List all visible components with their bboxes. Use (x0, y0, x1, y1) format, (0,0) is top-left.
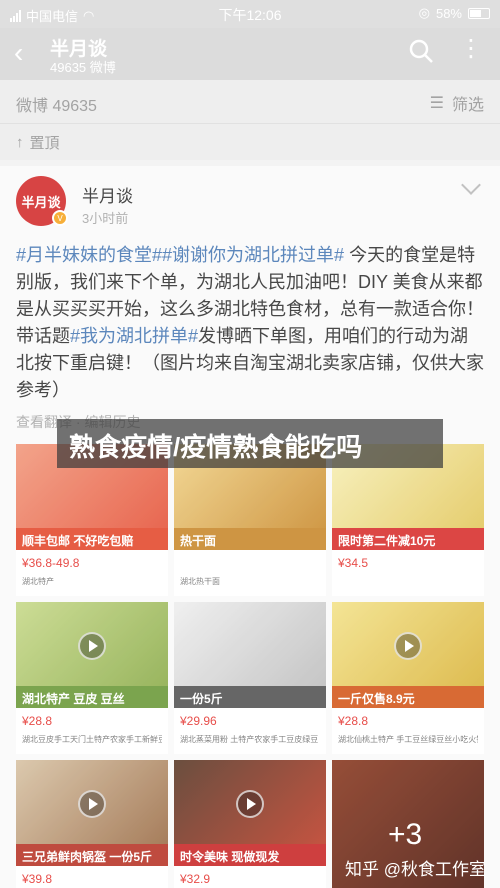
grid-image[interactable]: 三兄弟鲜肉锅盔 一份5斤 ¥39.8 (16, 760, 168, 888)
play-icon[interactable] (78, 632, 106, 660)
post-text: #月半妹妹的食堂##谢谢你为湖北拼过单# 今天的食堂是特别版，我们来下个单，为湖… (16, 242, 486, 404)
product-band: 三兄弟鲜肉锅盔 一份5斤 (16, 844, 168, 866)
play-icon[interactable] (78, 790, 106, 818)
product-price: ¥28.8 (22, 714, 53, 728)
product-image (174, 602, 326, 698)
headline-banner: 熟食疫情/疫情熟食能吃吗 (57, 419, 443, 468)
product-desc: 湖北蒸菜用粉 土特产农家手工豆皮绿豆 (180, 735, 319, 744)
product-price: ¥36.8-49.8 (22, 556, 80, 570)
grid-image[interactable]: 一斤仅售8.9元 ¥28.8 湖北仙桃土特产 手工豆丝绿豆丝小吃火锅 (332, 602, 484, 754)
status-bar: 中国电信 ◠ 下午12:06 ◎ 58% (0, 0, 500, 28)
weibo-count: 微博 49635 (16, 98, 97, 115)
grid-image[interactable]: 时令美味 现做现发 ¥32.9 (174, 760, 326, 888)
filter-label: 筛选 (451, 97, 484, 114)
top-bar: ‹ 半月谈 49635 微博 ⋮ (0, 28, 500, 80)
hashtag-link[interactable]: #我为湖北拼单# (70, 326, 198, 346)
product-price: ¥32.9 (180, 872, 211, 886)
pinned-label: 置頂 (29, 134, 60, 152)
more-icon[interactable]: ⋮ (459, 34, 484, 63)
verified-badge-icon: V (52, 210, 68, 226)
pinned-row[interactable]: ↑ 置頂 (0, 124, 500, 160)
filter-icon: ☰ (429, 95, 444, 112)
grid-image[interactable]: 一份5斤 ¥29.96 湖北蒸菜用粉 土特产农家手工豆皮绿豆 (174, 602, 326, 754)
more-images-count[interactable]: +3 (388, 818, 422, 852)
product-band: 一份5斤 (174, 686, 326, 708)
product-band: 热干面 (174, 528, 326, 550)
product-band: 时令美味 现做现发 (174, 844, 326, 866)
battery-icon (468, 7, 490, 19)
watermark: 知乎 @秋食工作室 (345, 860, 486, 879)
battery-percent: 58% (435, 5, 462, 21)
pin-icon: ↑ (16, 133, 24, 151)
chevron-down-icon[interactable] (461, 175, 481, 195)
profile-subtitle: 49635 微博 (50, 60, 116, 75)
alarm-icon: ◎ (418, 5, 430, 20)
product-band: 湖北特产 豆皮 豆丝 (16, 686, 168, 708)
product-price: ¥29.96 (180, 714, 217, 728)
grid-image[interactable]: 湖北特产 豆皮 豆丝 ¥28.8 湖北豆皮手工天门土特产农家手工新鲜豆丝 (16, 602, 168, 754)
hashtag-link[interactable]: #谢谢你为湖北拼过单# (162, 245, 344, 265)
product-price: ¥34.5 (338, 556, 369, 570)
product-price: ¥28.8 (338, 714, 369, 728)
post-time: 3小时前 (82, 211, 129, 226)
search-icon[interactable] (408, 38, 434, 64)
status-right: ◎ 58% (419, 5, 490, 21)
hashtag-link[interactable]: #月半妹妹的食堂# (16, 245, 162, 265)
product-band: 一斤仅售8.9元 (332, 686, 484, 708)
filter-button[interactable]: ☰ 筛选 (430, 91, 484, 115)
feed-subheader: 微博 49635 ☰ 筛选 (0, 80, 500, 124)
product-desc: 湖北豆皮手工天门土特产农家手工新鲜豆丝 (22, 735, 162, 744)
play-icon[interactable] (236, 790, 264, 818)
product-desc: 湖北热干面 (180, 577, 220, 586)
product-desc: 湖北仙桃土特产 手工豆丝绿豆丝小吃火锅 (338, 735, 478, 744)
product-band: 限时第二件减10元 (332, 528, 484, 550)
product-price: ¥39.8 (22, 872, 53, 886)
post-author[interactable]: 半月谈 (82, 182, 133, 207)
product-band: 顺丰包邮 不好吃包赔 (16, 528, 168, 550)
back-icon[interactable]: ‹ (14, 38, 23, 68)
product-desc: 湖北特产 (22, 577, 54, 586)
play-icon[interactable] (394, 632, 422, 660)
post-card: 半月谈 V 半月谈 3小时前 #月半妹妹的食堂##谢谢你为湖北拼过单# 今天的食… (0, 166, 500, 888)
